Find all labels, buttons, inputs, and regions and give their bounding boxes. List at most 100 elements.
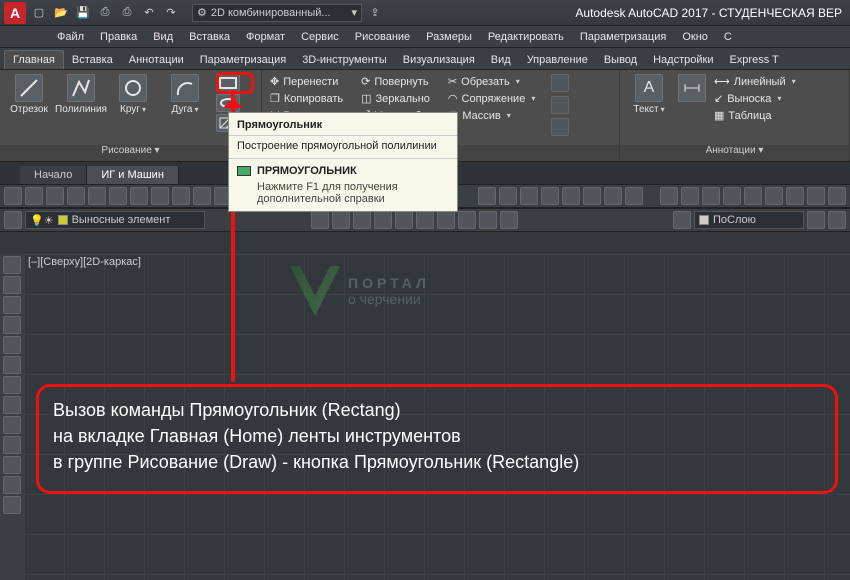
circle-button[interactable]: Круг xyxy=(110,74,156,115)
tb-icon[interactable] xyxy=(458,211,476,229)
qat-open-icon[interactable]: 📂 xyxy=(52,4,70,22)
tb-icon[interactable] xyxy=(660,187,678,205)
qat-plot-icon[interactable]: ⎙ xyxy=(118,4,136,22)
fillet-button[interactable]: ◠Сопряжение xyxy=(446,91,537,106)
tb-icon[interactable] xyxy=(88,187,106,205)
tb-icon[interactable] xyxy=(193,187,211,205)
polyline-button[interactable]: Полилиния xyxy=(58,74,104,115)
text-button[interactable]: A Текст xyxy=(626,74,672,115)
menu-insert[interactable]: Вставка xyxy=(182,29,237,45)
tb-icon[interactable] xyxy=(478,187,496,205)
ribbon-tab-manage[interactable]: Управление xyxy=(519,51,596,69)
menu-draw[interactable]: Рисование xyxy=(348,29,417,45)
tb-icon[interactable] xyxy=(541,187,559,205)
modify-misc-icon[interactable] xyxy=(551,74,569,92)
tb-icon[interactable] xyxy=(520,187,538,205)
workspace-combo[interactable]: ⚙ 2D комбинированный... ▾ xyxy=(192,4,362,22)
lt-spline-icon[interactable] xyxy=(3,396,21,414)
ribbon-tab-express[interactable]: Express T xyxy=(721,51,786,69)
rotate-button[interactable]: ⟳Повернуть xyxy=(359,74,432,89)
trim-button[interactable]: ✂Обрезать xyxy=(446,74,537,89)
tb-icon[interactable] xyxy=(500,211,518,229)
tb-icon[interactable] xyxy=(828,211,846,229)
copy-button[interactable]: ❐Копировать xyxy=(268,91,345,106)
menu-param[interactable]: Параметризация xyxy=(573,29,673,45)
doc-tab-drawing[interactable]: ИГ и Машин xyxy=(87,166,179,184)
lt-hatch-icon[interactable] xyxy=(3,436,21,454)
tb-icon[interactable] xyxy=(807,211,825,229)
array-button[interactable]: ▦Массив xyxy=(446,108,537,123)
ribbon-tab-addins[interactable]: Надстройки xyxy=(645,51,721,69)
lt-arc-icon[interactable] xyxy=(3,356,21,374)
menu-edit[interactable]: Правка xyxy=(93,29,144,45)
tb-icon[interactable] xyxy=(583,187,601,205)
lt-point-icon[interactable] xyxy=(3,456,21,474)
lt-region-icon[interactable] xyxy=(3,476,21,494)
tb-icon[interactable] xyxy=(172,187,190,205)
app-logo[interactable]: A xyxy=(4,2,26,24)
tb-icon[interactable] xyxy=(332,211,350,229)
qat-new-icon[interactable]: ▢ xyxy=(30,4,48,22)
tb-icon[interactable] xyxy=(604,187,622,205)
tb-icon[interactable] xyxy=(681,187,699,205)
qat-undo-icon[interactable]: ↶ xyxy=(140,4,158,22)
ribbon-tab-visual[interactable]: Визуализация xyxy=(395,51,483,69)
tb-icon[interactable] xyxy=(562,187,580,205)
tb-icon[interactable] xyxy=(702,187,720,205)
arc-button[interactable]: Дуга xyxy=(162,74,208,115)
ribbon-tab-output[interactable]: Вывод xyxy=(596,51,645,69)
leader-button[interactable]: ↙Выноска xyxy=(712,91,798,106)
menu-modify[interactable]: Редактировать xyxy=(481,29,571,45)
tb-icon[interactable] xyxy=(109,187,127,205)
dim-button[interactable] xyxy=(678,74,706,102)
tb-icon[interactable] xyxy=(25,187,43,205)
lt-xline-icon[interactable] xyxy=(3,276,21,294)
modify-misc-icon[interactable] xyxy=(551,118,569,136)
tb-icon[interactable] xyxy=(744,187,762,205)
ribbon-tab-3d[interactable]: 3D-инструменты xyxy=(294,51,395,69)
ribbon-tab-annotate[interactable]: Аннотации xyxy=(121,51,192,69)
tb-icon[interactable] xyxy=(311,211,329,229)
tb-icon[interactable] xyxy=(828,187,846,205)
ribbon-tab-view[interactable]: Вид xyxy=(483,51,519,69)
doc-tab-start[interactable]: Начало xyxy=(20,166,87,184)
move-button[interactable]: ✥Перенести xyxy=(268,74,345,89)
qat-redo-icon[interactable]: ↷ xyxy=(162,4,180,22)
lt-pline-icon[interactable] xyxy=(3,296,21,314)
tb-icon[interactable] xyxy=(416,211,434,229)
tb-icon[interactable] xyxy=(723,187,741,205)
tb-icon[interactable] xyxy=(46,187,64,205)
tb-icon[interactable] xyxy=(437,211,455,229)
menu-tools[interactable]: Сервис xyxy=(294,29,346,45)
layer-props-icon[interactable] xyxy=(4,211,22,229)
lt-text-icon[interactable] xyxy=(3,496,21,514)
panel-anno-title[interactable]: Аннотации ▾ xyxy=(620,145,849,161)
tb-icon[interactable] xyxy=(67,187,85,205)
qat-share-icon[interactable]: ⇪ xyxy=(366,4,384,22)
tb-icon[interactable] xyxy=(130,187,148,205)
tb-icon[interactable] xyxy=(625,187,643,205)
viewport-label[interactable]: [–][Сверху][2D-каркас] xyxy=(28,256,141,268)
tb-icon[interactable] xyxy=(374,211,392,229)
linear-button[interactable]: ⟷Линейный xyxy=(712,74,798,89)
tb-icon[interactable] xyxy=(151,187,169,205)
lt-polygon-icon[interactable] xyxy=(3,316,21,334)
bylayer-combo[interactable]: ПоСлою xyxy=(694,211,804,229)
lt-circle-icon[interactable] xyxy=(3,376,21,394)
ribbon-tab-home[interactable]: Главная xyxy=(4,50,64,69)
lt-line-icon[interactable] xyxy=(3,256,21,274)
menu-window[interactable]: Окно xyxy=(675,29,715,45)
panel-draw-title[interactable]: Рисование ▾ xyxy=(0,145,261,161)
tb-icon[interactable] xyxy=(353,211,371,229)
menu-help[interactable]: С xyxy=(717,29,739,45)
ribbon-tab-insert[interactable]: Вставка xyxy=(64,51,121,69)
tb-icon[interactable] xyxy=(807,187,825,205)
tb-icon[interactable] xyxy=(765,187,783,205)
tb-icon[interactable] xyxy=(395,211,413,229)
mirror-button[interactable]: ◫Зеркально xyxy=(359,91,432,106)
menu-view[interactable]: Вид xyxy=(146,29,180,45)
lt-ellipse-icon[interactable] xyxy=(3,416,21,434)
line-button[interactable]: Отрезок xyxy=(6,74,52,115)
tb-icon[interactable] xyxy=(499,187,517,205)
tb-icon[interactable] xyxy=(4,187,22,205)
